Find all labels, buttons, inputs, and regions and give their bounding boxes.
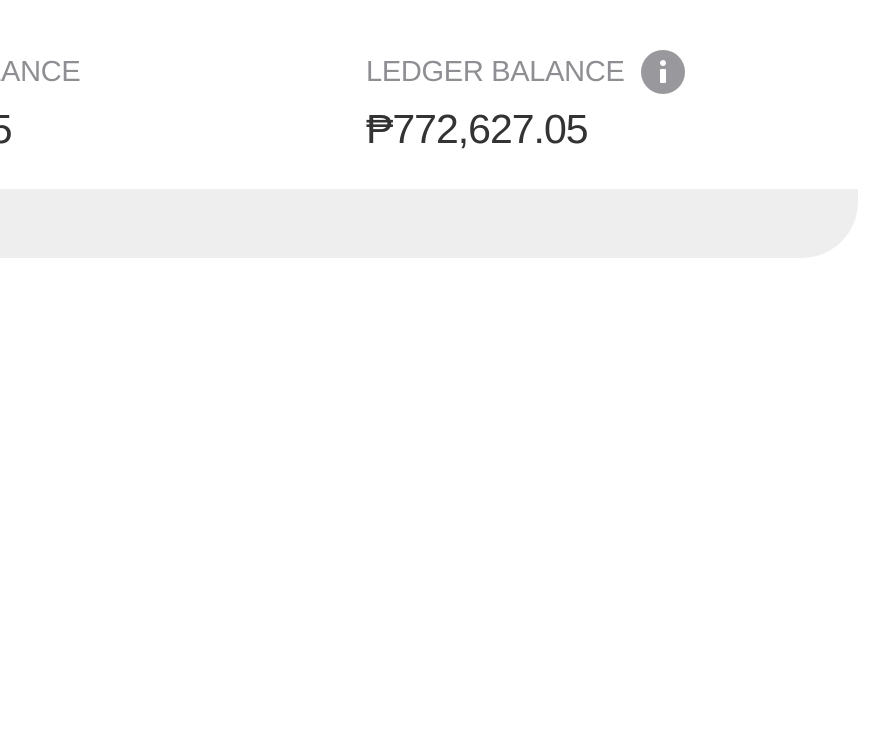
available-balance-section: AVAILABLE BALANCE ₱772,627.05 xyxy=(0,50,81,153)
ledger-balance-amount: ₱772,627.05 xyxy=(366,106,589,152)
available-balance-label-row: AVAILABLE BALANCE xyxy=(0,50,81,94)
card-footer-strip xyxy=(0,189,858,258)
ledger-balance-label-row: LEDGER BALANCE xyxy=(366,50,685,94)
ledger-balance-label: LEDGER BALANCE xyxy=(366,56,625,88)
ledger-balance-section: LEDGER BALANCE ₱772,627.05 xyxy=(366,50,685,153)
available-balance-amount: ₱772,627.05 xyxy=(0,106,13,152)
info-icon[interactable] xyxy=(640,50,685,94)
balance-card: AVAILABLE BALANCE ₱772,627.05 LEDGER BAL… xyxy=(0,0,858,258)
balance-screen: AVAILABLE BALANCE ₱772,627.05 LEDGER BAL… xyxy=(0,0,894,750)
available-balance-label: AVAILABLE BALANCE xyxy=(0,56,81,88)
info-glyph-icon xyxy=(659,60,666,83)
